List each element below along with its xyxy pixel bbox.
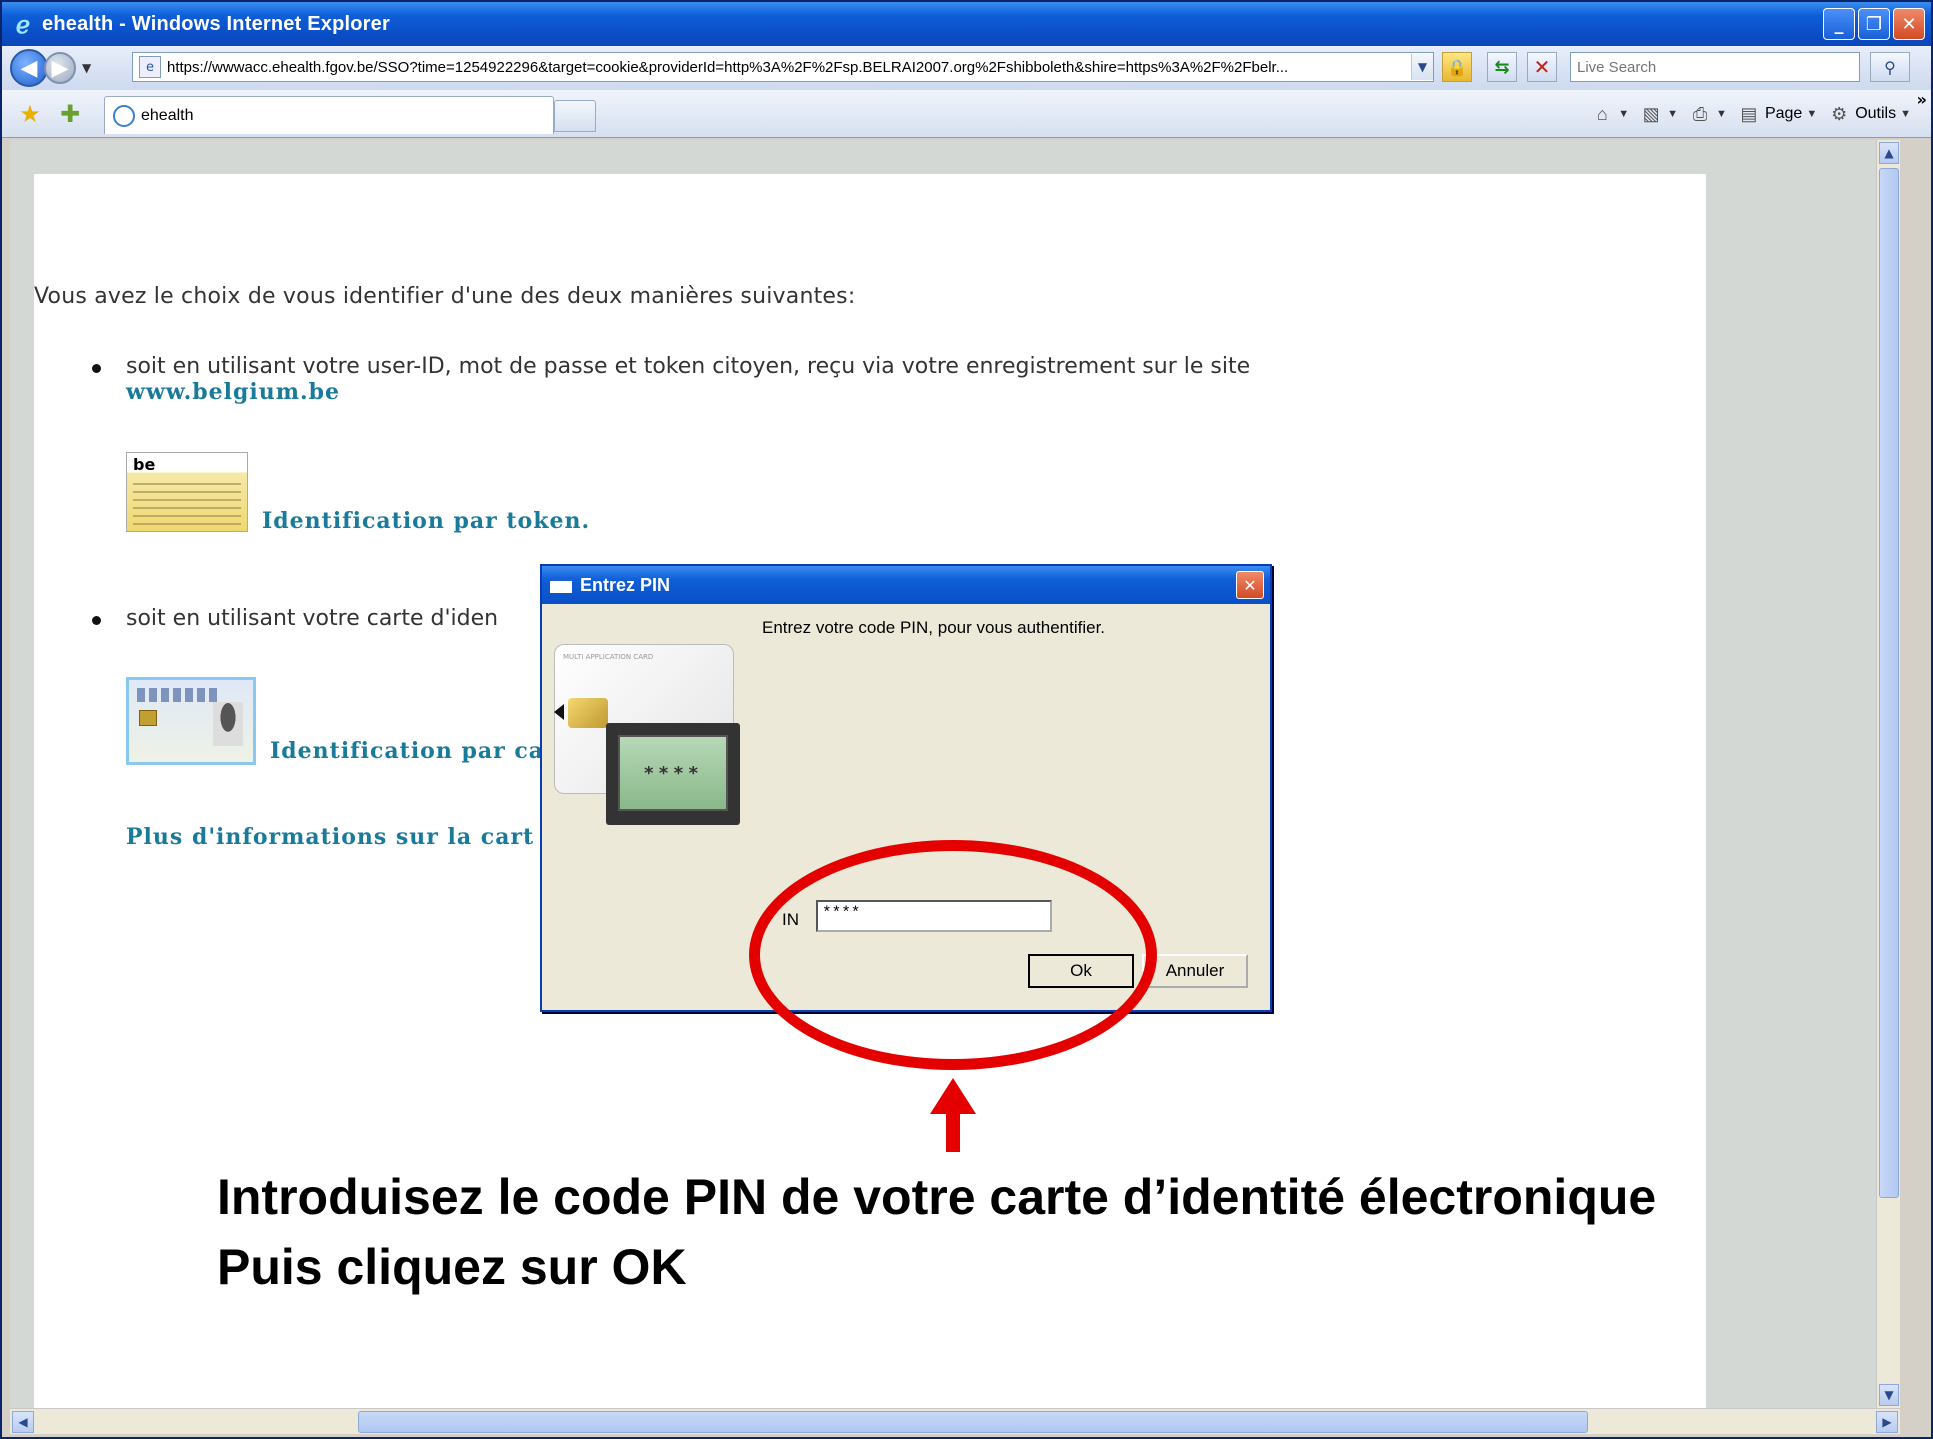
highlight-ellipse	[749, 840, 1157, 1070]
close-window-button[interactable]: ✕	[1893, 8, 1925, 40]
page-menu[interactable]: ▤ Page ▼	[1737, 102, 1817, 126]
dialog-title: Entrez PIN	[580, 574, 671, 595]
reader-display: ****	[618, 735, 728, 811]
refresh-button[interactable]: ⇆	[1487, 52, 1517, 82]
gear-icon: ⚙	[1831, 103, 1848, 124]
id-photo	[213, 702, 243, 746]
print-button[interactable]: ⎙ ▼	[1688, 102, 1727, 126]
horizontal-scroll-thumb[interactable]	[358, 1411, 1588, 1433]
belgium-logo: be	[133, 455, 156, 474]
chip-icon	[568, 698, 608, 728]
page-icon: ▤	[1740, 103, 1758, 124]
new-tab-button[interactable]	[554, 100, 596, 132]
chevron-down-icon: ▼	[1667, 108, 1679, 120]
scroll-up-icon[interactable]: ▲	[1879, 142, 1899, 164]
vertical-scroll-thumb[interactable]	[1879, 168, 1899, 1198]
window-title: ehealth - Windows Internet Explorer	[42, 12, 390, 35]
token-card-image[interactable]: be	[126, 452, 248, 532]
bullet-eid-text: soit en utilisant votre carte d'iden	[126, 606, 499, 631]
card-reader-image: ****	[606, 723, 740, 825]
horizontal-scrollbar[interactable]: ◀ ▶	[10, 1408, 1900, 1434]
belgium-link[interactable]: www.belgium.be	[126, 379, 340, 405]
token-grid	[133, 481, 241, 525]
tab-ehealth[interactable]: ehealth	[104, 96, 554, 134]
up-arrow-icon	[930, 1078, 976, 1114]
feeds-button[interactable]: ▧ ▼	[1639, 102, 1678, 126]
vertical-scrollbar[interactable]: ▲ ▼	[1876, 140, 1900, 1408]
dialog-title-bar: Entrez PIN ✕	[542, 566, 1270, 604]
eid-header	[137, 688, 219, 702]
scroll-right-icon[interactable]: ▶	[1876, 1411, 1898, 1433]
scroll-left-icon[interactable]: ◀	[12, 1411, 34, 1433]
tools-menu[interactable]: ⚙ Outils ▼	[1827, 102, 1911, 126]
more-info-link[interactable]: Plus d'informations sur la cart	[126, 824, 534, 850]
search-icon[interactable]: ⚲	[1870, 52, 1910, 82]
tab-label: ehealth	[141, 106, 194, 124]
page-menu-label: Page	[1764, 105, 1803, 122]
security-lock-icon[interactable]: 🔒	[1442, 52, 1472, 82]
instruction-line-1: Introduisez le code PIN de votre carte d…	[217, 1169, 1657, 1225]
internet-explorer-icon: ℯ	[15, 9, 31, 39]
card-reader-illustration: MULTI APPLICATION CARD ****	[554, 638, 754, 838]
forward-button[interactable]: ▶	[44, 52, 76, 84]
eid-identification-link[interactable]: Identification par ca	[270, 738, 544, 764]
restore-button[interactable]: ❐	[1858, 8, 1890, 40]
address-url[interactable]: https://wwwacc.ehealth.fgov.be/SSO?time=…	[167, 59, 1411, 76]
chevron-down-icon: ▼	[1806, 108, 1818, 120]
navigation-bar: ◀ ▶ ▼ e https://wwwacc.ehealth.fgov.be/S…	[2, 46, 1931, 90]
dialog-message: Entrez votre code PIN, pour vous authent…	[762, 618, 1106, 637]
bullet-token: soit en utilisant votre user-ID, mot de …	[92, 354, 1526, 405]
history-dropdown-icon[interactable]: ▼	[82, 61, 96, 75]
add-favorite-icon[interactable]: ✚	[56, 100, 84, 128]
insert-arrow-icon	[554, 704, 564, 720]
arrow-stem	[946, 1112, 960, 1152]
page-icon: e	[139, 56, 161, 78]
bullet-token-text: soit en utilisant votre user-ID, mot de …	[126, 354, 1251, 379]
chevron-down-icon: ▼	[1716, 108, 1727, 120]
scroll-down-icon[interactable]: ▼	[1879, 1384, 1899, 1406]
back-button[interactable]: ◀	[10, 49, 48, 87]
token-identification-link[interactable]: Identification par token.	[262, 508, 590, 534]
chip-icon	[139, 710, 157, 726]
loading-icon	[113, 104, 135, 127]
bullet-icon	[92, 616, 101, 625]
intro-text: Vous avez le choix de vous identifier d'…	[34, 284, 856, 309]
address-bar[interactable]: e https://wwwacc.ehealth.fgov.be/SSO?tim…	[132, 52, 1434, 82]
instruction-text: Introduisez le code PIN de votre carte d…	[217, 1162, 1656, 1302]
bullet-icon	[92, 364, 101, 373]
card-header: MULTI APPLICATION CARD	[563, 653, 654, 661]
minimize-button[interactable]: _	[1823, 8, 1855, 40]
stop-button[interactable]: ✕	[1527, 52, 1557, 82]
search-input[interactable]	[1570, 52, 1860, 82]
favorites-star-icon[interactable]: ★	[16, 100, 44, 128]
browser-window: ℯ ehealth - Windows Internet Explorer _ …	[0, 0, 1933, 1439]
home-icon: ⌂	[1596, 103, 1608, 124]
more-commands-icon[interactable]: »	[1917, 90, 1927, 109]
favorites-bar: ★ ✚ ehealth ⌂ ▼ ▧ ▼ ⎙ ▼ ▤ Page ▼ ⚙ Outils ▼ »	[2, 90, 1931, 138]
feeds-icon: ▧	[1642, 103, 1660, 124]
chevron-down-icon: ▼	[1618, 108, 1630, 120]
tools-menu-label: Outils	[1855, 105, 1897, 122]
eid-card-image[interactable]	[126, 677, 256, 765]
cancel-button[interactable]: Annuler	[1142, 954, 1248, 988]
command-bar: ⌂ ▼ ▧ ▼ ⎙ ▼ ▤ Page ▼ ⚙ Outils ▼	[1590, 100, 1911, 128]
title-bar: ℯ ehealth - Windows Internet Explorer _ …	[2, 2, 1931, 46]
chevron-down-icon: ▼	[1900, 108, 1911, 120]
dialog-close-button[interactable]: ✕	[1236, 571, 1264, 599]
window-icon	[550, 577, 572, 593]
print-icon: ⎙	[1692, 103, 1708, 124]
bullet-eid: soit en utilisant votre carte d'iden	[92, 606, 499, 631]
home-button[interactable]: ⌂ ▼	[1590, 102, 1629, 126]
instruction-line-2: Puis cliquez sur OK	[217, 1239, 687, 1295]
address-dropdown-icon[interactable]: ▼	[1411, 54, 1433, 80]
